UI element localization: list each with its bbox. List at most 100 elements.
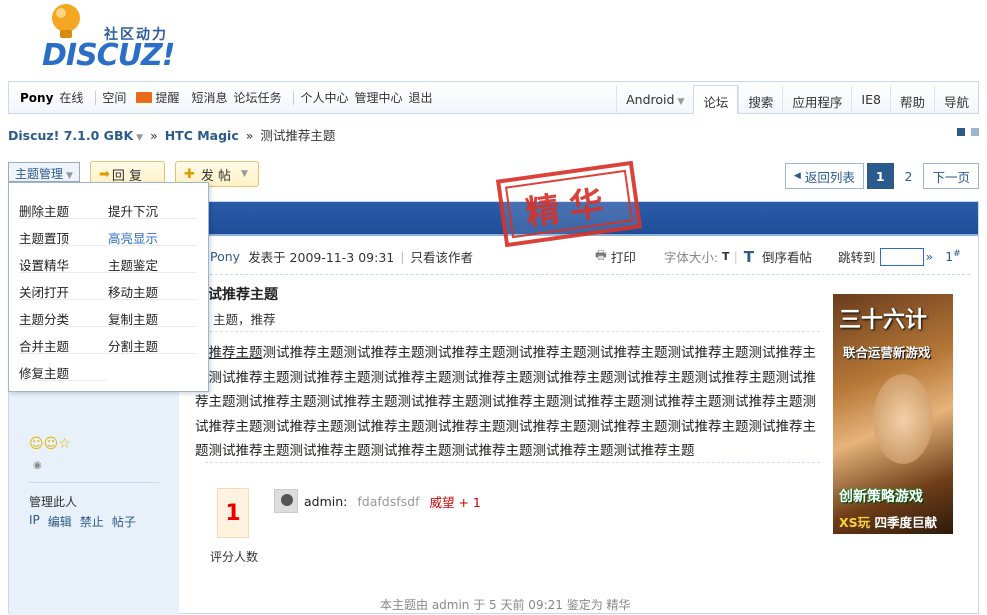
reverse-order-link[interactable]: 倒序看帖 xyxy=(762,247,812,266)
tab-help[interactable]: 帮助 xyxy=(889,86,934,114)
thread-manage-button[interactable]: 主题管理 ▼ xyxy=(8,162,80,182)
tab-ie8[interactable]: IE8 xyxy=(851,86,890,114)
divider xyxy=(195,274,970,275)
rating-label: 评分人数 xyxy=(210,550,259,564)
mail-icon xyxy=(136,92,153,103)
post-time: 发表于 2009-11-3 09:31 xyxy=(248,250,395,265)
back-to-list-button[interactable]: ◀ 返回列表 xyxy=(784,163,864,189)
rating-entry: admin: fdafdsfsdf 威望 + 1 xyxy=(274,489,481,513)
nav-pm[interactable]: 短消息 xyxy=(191,89,227,106)
ad-slogan: 创新策略游戏 xyxy=(839,489,923,505)
thread-manage-menu: 删除主题 提升下沉 主题置顶 高亮显示 设置精华 主题鉴定 关闭打开 移动主题 … xyxy=(8,182,209,392)
link-ban[interactable]: 禁止 xyxy=(80,513,104,530)
breadcrumb-current: 测试推荐主题 xyxy=(260,128,336,143)
chevron-down-icon: ▼ xyxy=(241,169,248,179)
view-toggle xyxy=(957,128,979,136)
manage-user-links: IP 编辑 禁止 帖子 xyxy=(29,513,136,530)
chevron-down-icon: ▼ xyxy=(66,171,73,181)
nav-notify[interactable]: 提醒 xyxy=(136,89,185,106)
post-title: 试推荐主题 xyxy=(208,287,278,303)
menu-identify[interactable]: 主题鉴定 xyxy=(108,253,196,273)
print-link[interactable]: 打印 xyxy=(611,247,636,266)
tab-apps[interactable]: 应用程序 xyxy=(782,86,851,114)
menu-category[interactable]: 主题分类 xyxy=(19,307,107,327)
body-link[interactable]: 推荐主题 xyxy=(209,345,263,361)
rating-count: 1 xyxy=(217,488,249,538)
page-1[interactable]: 1 xyxy=(866,163,894,189)
rating-score: 威望 + 1 xyxy=(429,494,481,510)
ad-character-image xyxy=(873,374,933,464)
jump-floor-input[interactable] xyxy=(879,247,924,266)
divider xyxy=(293,90,295,105)
rating-reason: fdafdsfsdf xyxy=(357,493,420,509)
font-size-label: 字体大小: xyxy=(663,250,719,265)
post-author[interactable]: Pony xyxy=(210,249,240,264)
menu-copy[interactable]: 复制主题 xyxy=(108,307,196,327)
page-2[interactable]: 2 xyxy=(896,163,921,189)
reply-arrow-icon: ➡ xyxy=(99,166,110,182)
breadcrumb: Discuz! 7.1.0 GBK ▼ » HTC Magic » 测试推荐主题 xyxy=(8,128,336,143)
menu-bump[interactable]: 提升下沉 xyxy=(108,199,196,219)
breadcrumb-forum[interactable]: HTC Magic xyxy=(165,128,239,143)
manage-user-title: 管理此人 xyxy=(29,495,78,509)
username[interactable]: Pony xyxy=(20,91,53,105)
jump-go-icon[interactable]: » xyxy=(926,249,934,264)
tab-search[interactable]: 搜索 xyxy=(738,86,782,114)
plus-icon: ✚ xyxy=(184,166,195,182)
link-edit[interactable]: 编辑 xyxy=(48,513,72,530)
tab-android[interactable]: Android ▼ xyxy=(616,86,693,114)
link-posts[interactable]: 帖子 xyxy=(112,513,136,530)
menu-move[interactable]: 移动主题 xyxy=(108,280,196,300)
divider xyxy=(205,462,820,463)
game-ad-banner[interactable]: 三十六计 联合运营新游戏 创新策略游戏 XS玩 四季度巨献 xyxy=(833,294,953,534)
divider xyxy=(29,482,159,483)
nav-admincenter[interactable]: 管理中心 xyxy=(355,89,403,106)
tab-navigation[interactable]: 导航 xyxy=(933,86,978,114)
next-page-button[interactable]: 下一页 xyxy=(923,163,979,189)
post-tags[interactable]: 主题，推荐 xyxy=(213,309,276,328)
nav-tasks[interactable]: 论坛任务 xyxy=(233,89,281,106)
menu-delete[interactable]: 删除主题 xyxy=(19,199,107,219)
only-author-link[interactable]: 只看该作者 xyxy=(410,247,473,266)
post-meta: Pony 发表于 2009-11-3 09:31 | 只看该作者 xyxy=(210,247,473,266)
post-tools: 🖶 打印 字体大小: T | T 倒序看帖 跳转到 » 1# xyxy=(595,247,961,266)
view-narrow-icon[interactable] xyxy=(971,128,979,136)
ad-subtitle: 联合运营新游戏 xyxy=(843,345,931,360)
logo-en: DISCUZ! xyxy=(42,38,175,73)
tab-forum[interactable]: 论坛 xyxy=(693,85,739,114)
ad-title: 三十六计 xyxy=(839,308,928,333)
chevron-down-icon: ▼ xyxy=(677,97,685,107)
divider xyxy=(210,331,820,332)
rater-name[interactable]: admin: xyxy=(304,494,347,509)
menu-split[interactable]: 分割主题 xyxy=(108,334,196,354)
printer-icon: 🖶 xyxy=(595,247,607,262)
menu-stick[interactable]: 主题置顶 xyxy=(19,226,107,246)
view-wide-icon[interactable] xyxy=(957,128,965,136)
divider xyxy=(95,90,97,105)
menu-close-open[interactable]: 关闭打开 xyxy=(19,280,107,300)
post-body: 试推荐主题测试推荐主题测试推荐主题测试推荐主题测试推荐主题测试推荐主题测试推荐主… xyxy=(195,345,816,459)
font-small-icon[interactable]: T xyxy=(722,250,730,263)
menu-digest[interactable]: 设置精华 xyxy=(19,253,107,273)
nav-logout[interactable]: 退出 xyxy=(409,89,433,106)
moderation-note: 本主题由 admin 于 5 天前 09:21 鉴定为 精华 xyxy=(380,598,631,612)
floor-number: 1# xyxy=(945,248,961,265)
menu-merge[interactable]: 合并主题 xyxy=(19,334,107,354)
lightbulb-icon xyxy=(52,4,80,38)
jump-label: 跳转到 xyxy=(838,250,876,265)
top-nav: Pony 在线 空间 提醒 短消息 论坛任务 个人中心 管理中心 退出 Andr… xyxy=(8,81,979,114)
font-large-icon[interactable]: T xyxy=(744,248,754,266)
pagination: ◀ 返回列表 1 2 下一页 xyxy=(784,163,979,189)
link-ip[interactable]: IP xyxy=(29,513,40,530)
menu-highlight[interactable]: 高亮显示 xyxy=(108,226,196,246)
medal-icons: ☺☺☆ xyxy=(29,436,71,452)
breadcrumb-home[interactable]: Discuz! 7.1.0 GBK xyxy=(8,128,133,143)
discuz-logo[interactable]: 社区动力 DISCUZ! xyxy=(40,2,190,76)
nav-space[interactable]: 空间 xyxy=(102,89,126,106)
nav-usercenter[interactable]: 个人中心 xyxy=(300,89,348,106)
menu-repair[interactable]: 修复主题 xyxy=(19,361,107,381)
small-icon: ◉ xyxy=(33,460,42,471)
avatar[interactable] xyxy=(274,489,298,513)
ad-footer: XS玩 四季度巨献 xyxy=(839,515,938,530)
chevron-down-icon[interactable]: ▼ xyxy=(136,133,143,143)
